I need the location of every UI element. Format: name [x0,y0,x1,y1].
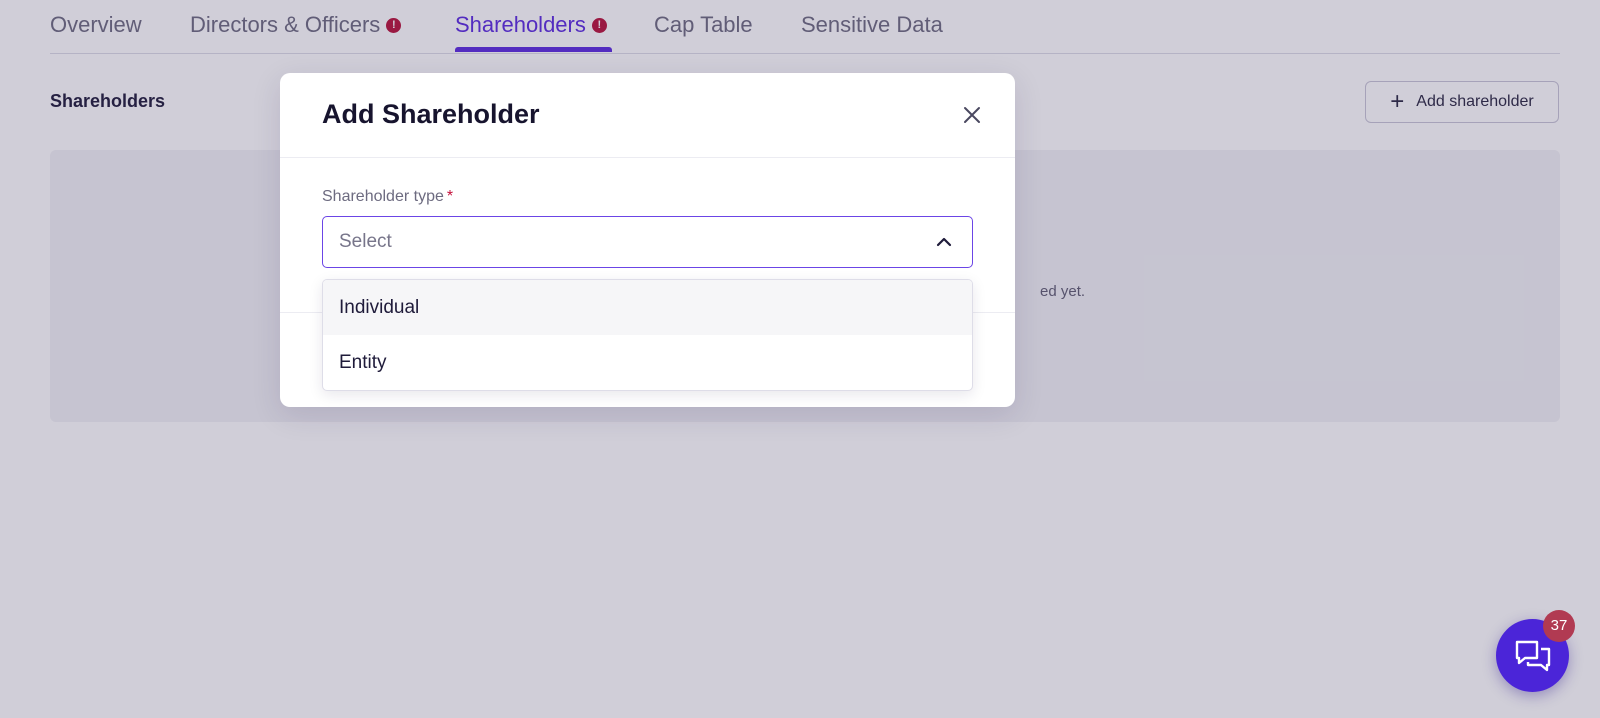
shareholder-type-select[interactable]: Select [322,216,973,268]
modal-header: Add Shareholder [280,73,1015,158]
modal-title: Add Shareholder [322,99,540,129]
select-placeholder: Select [339,231,392,252]
chevron-up-icon [934,232,954,252]
field-label-text: Shareholder type [322,188,444,205]
shareholder-type-label: Shareholder type * [322,188,453,206]
required-marker: * [446,188,454,205]
option-individual[interactable]: Individual [323,280,972,335]
notification-badge: 37 [1543,610,1575,642]
shareholder-type-dropdown: Individual Entity [322,279,973,391]
close-icon[interactable] [960,103,984,127]
option-entity[interactable]: Entity [323,335,972,390]
chat-bubbles-icon [1515,640,1550,671]
